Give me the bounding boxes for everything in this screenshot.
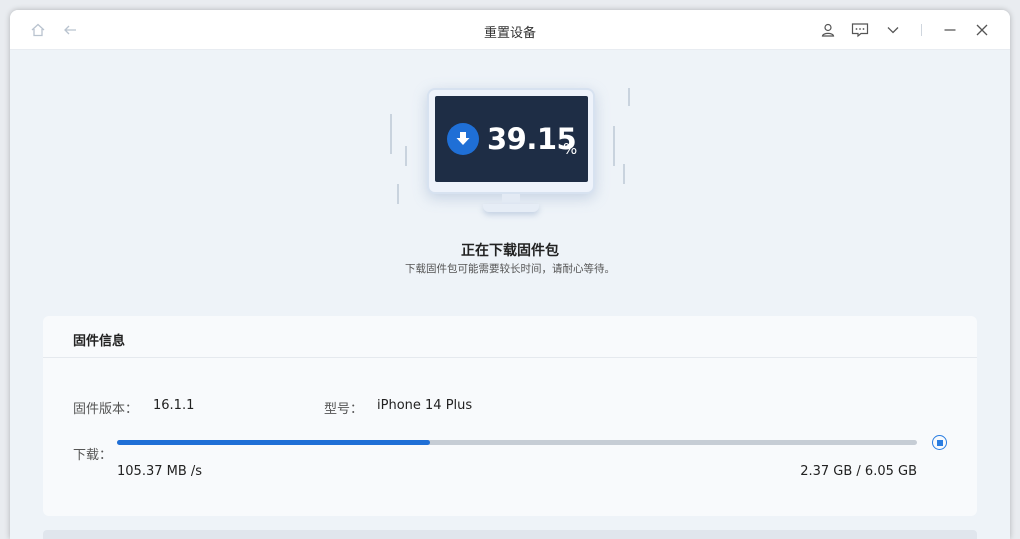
app-window: 重置设备 39.15 % 正在下载固件包 下载固件包可能需要较长时间，请耐心等待… [10, 10, 1010, 539]
download-arrow-icon [447, 123, 479, 155]
stop-icon [936, 439, 943, 446]
titlebar-divider [921, 24, 922, 36]
model-label: 型号： [324, 402, 364, 417]
download-speed: 105.37 MB /s [117, 464, 203, 479]
monitor-screen: 39.15 % [435, 96, 588, 182]
version-value: 16.1.1 [153, 398, 195, 413]
firmware-info-card: 固件信息 固件版本： 16.1.1 型号： iPhone 14 Plus 下载：… [43, 316, 977, 516]
model-value: iPhone 14 Plus [377, 398, 473, 413]
chevron-down-icon[interactable] [884, 21, 902, 39]
download-hero: 39.15 % 正在下载固件包 下载固件包可能需要较长时间，请耐心等待。 [10, 50, 1010, 300]
decor-line [405, 146, 407, 166]
status-title: 正在下载固件包 [461, 243, 559, 259]
decor-line [390, 114, 392, 154]
decor-line [397, 184, 399, 204]
next-card-edge [43, 530, 977, 539]
title-bar: 重置设备 [10, 10, 1010, 50]
download-size: 2.37 GB / 6.05 GB [800, 464, 917, 479]
download-progress-fill [117, 440, 431, 445]
card-header: 固件信息 [43, 316, 977, 358]
decor-line [628, 88, 630, 106]
stop-download-button[interactable] [932, 435, 947, 450]
download-label: 下载： [73, 448, 113, 463]
minimize-icon[interactable] [941, 21, 959, 39]
progress-percent-unit: % [563, 140, 578, 158]
status-subtitle: 下载固件包可能需要较长时间，请耐心等待。 [405, 263, 615, 275]
close-icon[interactable] [973, 21, 991, 39]
user-icon[interactable] [819, 21, 837, 39]
monitor-illustration: 39.15 % [427, 88, 595, 194]
section-title: 固件信息 [73, 334, 126, 349]
version-label: 固件版本： [73, 402, 139, 417]
decor-line [613, 126, 615, 166]
decor-line [623, 164, 625, 184]
download-progress-bar [117, 440, 917, 445]
monitor-base [483, 204, 539, 212]
feedback-icon[interactable] [851, 21, 869, 39]
